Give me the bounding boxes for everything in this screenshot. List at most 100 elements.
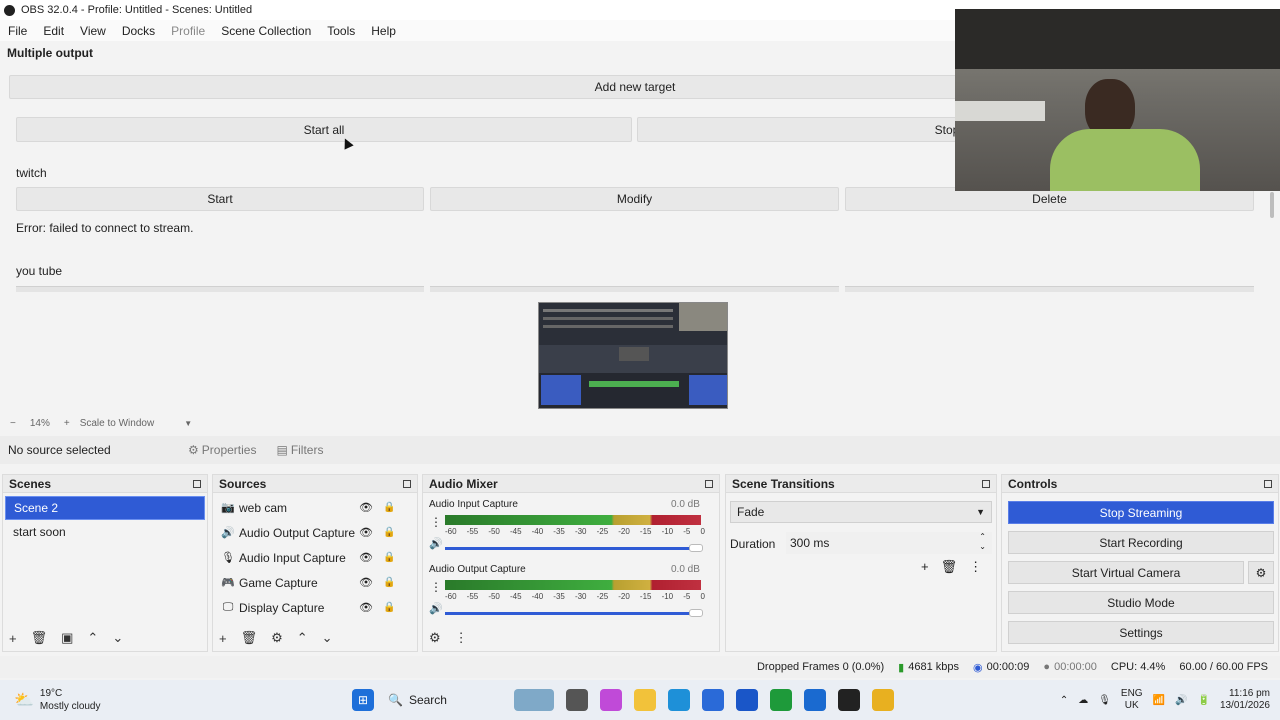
fps-value: 60.00 / 60.00 FPS	[1179, 661, 1268, 673]
lock-icon[interactable]: 🔒	[383, 552, 395, 563]
menu-help[interactable]: Help	[363, 24, 404, 38]
gear-icon[interactable]: ⚙	[1248, 561, 1274, 584]
chevron-down-icon[interactable]: ▼	[184, 419, 192, 428]
eye-icon[interactable]: 👁	[359, 551, 373, 564]
gear-icon[interactable]: ⚙	[271, 630, 283, 646]
move-down-icon[interactable]: ⌄	[112, 630, 123, 646]
start-all-button[interactable]: Start all	[16, 117, 632, 142]
widget-image-icon[interactable]	[514, 689, 554, 711]
lock-icon[interactable]: 🔒	[383, 502, 395, 513]
more-vertical-icon[interactable]: ⋮	[430, 580, 442, 594]
menu-view[interactable]: View	[72, 24, 114, 38]
language-indicator[interactable]: ENG UK	[1121, 688, 1143, 712]
zoom-out-button[interactable]: −	[10, 418, 16, 429]
microphone-icon[interactable]: 🎙	[1098, 695, 1111, 706]
float-dock-icon[interactable]	[1264, 479, 1272, 488]
menu-docks[interactable]: Docks	[114, 24, 163, 38]
store-icon[interactable]	[702, 689, 724, 711]
menu-edit[interactable]: Edit	[35, 24, 72, 38]
youtube-start-button[interactable]	[16, 286, 424, 292]
volume-slider[interactable]	[445, 612, 701, 615]
more-vertical-icon[interactable]: ⋮	[430, 515, 442, 529]
lock-icon[interactable]: 🔒	[383, 577, 395, 588]
webcam-overlay	[955, 9, 1280, 191]
edge-browser-icon[interactable]	[668, 689, 690, 711]
studio-mode-button[interactable]: Studio Mode	[1008, 591, 1274, 614]
scene-item-start-soon[interactable]: start soon	[5, 520, 205, 544]
lock-icon[interactable]: 🔒	[383, 602, 395, 613]
chevron-up-icon[interactable]: ⌃	[1060, 695, 1068, 706]
trash-icon[interactable]: 🗑	[241, 630, 258, 646]
vscode-icon[interactable]	[736, 689, 758, 711]
xbox-icon[interactable]	[770, 689, 792, 711]
speaker-icon[interactable]: 🔊	[429, 537, 443, 550]
mixer-settings-icon[interactable]: ⚙	[429, 630, 441, 646]
menu-profile[interactable]: Profile	[163, 24, 213, 38]
trash-icon[interactable]: 🗑	[941, 559, 958, 575]
onedrive-icon[interactable]: ☁	[1078, 695, 1088, 706]
filters-button[interactable]: ▤ Filters	[276, 443, 323, 457]
add-source-icon[interactable]: +	[219, 631, 227, 646]
start-virtual-camera-button[interactable]: Start Virtual Camera	[1008, 561, 1244, 584]
volume-slider-handle[interactable]	[689, 544, 703, 552]
twitch-modify-button[interactable]: Modify	[430, 187, 839, 211]
source-item-display-capture[interactable]: 🖵 Display Capture 👁 🔒	[213, 595, 417, 620]
volume-slider-handle[interactable]	[689, 609, 703, 617]
lock-icon[interactable]: 🔒	[383, 527, 395, 538]
scene-item-scene-2[interactable]: Scene 2	[5, 496, 205, 520]
float-dock-icon[interactable]	[982, 479, 990, 488]
speaker-icon[interactable]: 🔊	[429, 602, 443, 615]
eye-icon[interactable]: 👁	[359, 526, 373, 539]
eye-icon[interactable]: 👁	[359, 501, 373, 514]
youtube-modify-button[interactable]	[430, 286, 839, 292]
menu-file[interactable]: File	[0, 24, 35, 38]
move-up-icon[interactable]: ⌃	[297, 630, 308, 646]
add-transition-icon[interactable]: +	[921, 559, 929, 575]
duration-spinbox[interactable]: 300 ms ⌃ ⌄	[786, 532, 992, 554]
menu-scene-collection[interactable]: Scene Collection	[213, 24, 319, 38]
move-down-icon[interactable]: ⌄	[322, 630, 333, 646]
eye-icon[interactable]: 👁	[359, 601, 373, 614]
output-panel-scrollbar[interactable]	[1270, 192, 1274, 218]
source-item-web-cam[interactable]: 📷 web cam 👁 🔒	[213, 495, 417, 520]
obs-taskbar-icon[interactable]	[838, 689, 860, 711]
float-dock-icon[interactable]	[705, 479, 713, 488]
move-up-icon[interactable]: ⌃	[87, 630, 98, 646]
twitch-start-button[interactable]: Start	[16, 187, 424, 211]
filter-icon[interactable]: ▣	[61, 630, 73, 646]
properties-button[interactable]: ⚙ Properties	[188, 443, 256, 457]
source-item-audio-output[interactable]: 🔊 Audio Output Capture 👁 🔒	[213, 520, 417, 545]
source-item-game-capture[interactable]: 🎮 Game Capture 👁 🔒	[213, 570, 417, 595]
float-dock-icon[interactable]	[193, 479, 201, 488]
add-scene-icon[interactable]: +	[9, 631, 17, 646]
copilot-icon[interactable]	[600, 689, 622, 711]
wifi-icon[interactable]: 📶	[1153, 695, 1165, 706]
settings-button[interactable]: Settings	[1008, 621, 1274, 644]
clock[interactable]: 11:16 pm 13/01/2026	[1220, 688, 1270, 712]
trash-icon[interactable]: 🗑	[31, 630, 48, 646]
weather-widget[interactable]: ⛅ 19°C Mostly cloudy	[14, 687, 314, 713]
spin-arrows-icon[interactable]: ⌃ ⌄	[979, 532, 986, 552]
youtube-delete-button[interactable]	[845, 286, 1254, 292]
source-item-audio-input[interactable]: 🎙 Audio Input Capture 👁 🔒	[213, 545, 417, 570]
eye-icon[interactable]: 👁	[359, 576, 373, 589]
stop-streaming-button[interactable]: Stop Streaming	[1008, 501, 1274, 524]
file-explorer-icon[interactable]	[634, 689, 656, 711]
more-vertical-icon[interactable]: ⋮	[455, 630, 468, 646]
start-windows-icon[interactable]: ⊞	[352, 689, 374, 711]
scale-mode-select[interactable]: Scale to Window	[80, 418, 154, 429]
app-taskbar-icon[interactable]	[872, 689, 894, 711]
battery-icon[interactable]: 🔋	[1197, 695, 1209, 706]
start-recording-button[interactable]: Start Recording	[1008, 531, 1274, 554]
outlook-icon[interactable]	[804, 689, 826, 711]
taskbar-search[interactable]: 🔍 Search	[388, 686, 508, 714]
more-vertical-icon[interactable]: ⋮	[969, 559, 982, 575]
task-view-icon[interactable]	[566, 689, 588, 711]
menu-tools[interactable]: Tools	[319, 24, 363, 38]
preview-canvas[interactable]	[538, 302, 728, 409]
transition-select[interactable]: Fade ▼	[730, 501, 992, 523]
float-dock-icon[interactable]	[403, 479, 411, 488]
volume-slider[interactable]	[445, 547, 701, 550]
zoom-in-button[interactable]: +	[64, 418, 70, 429]
volume-icon[interactable]: 🔊	[1175, 695, 1187, 706]
